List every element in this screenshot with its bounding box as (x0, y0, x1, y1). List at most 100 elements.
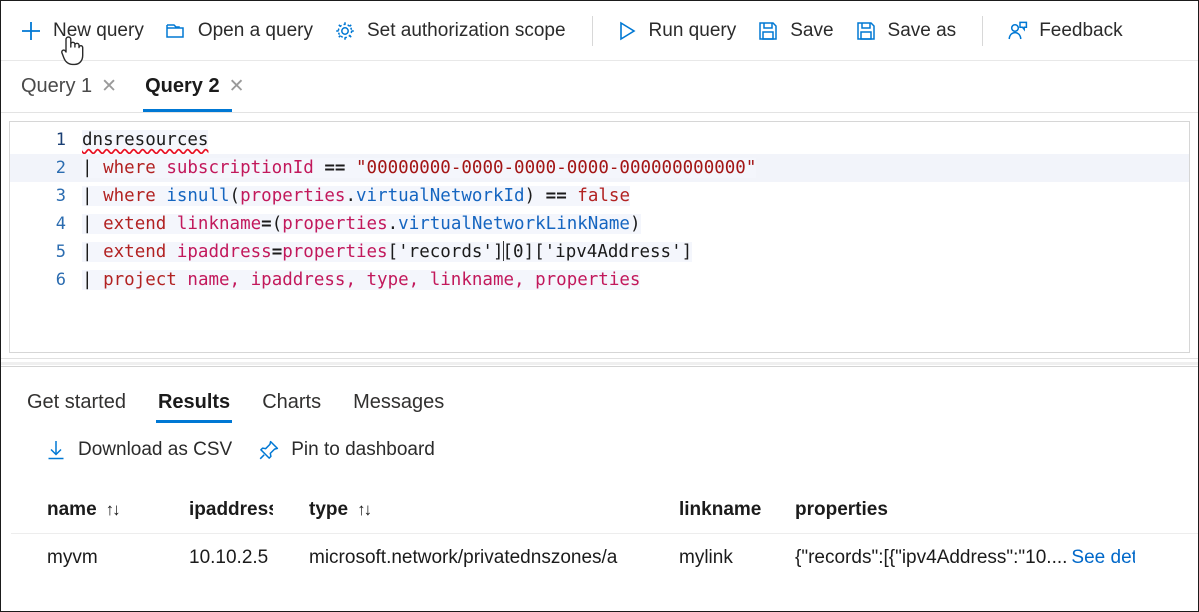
code-line-4: 4 | extend linkname=(properties.virtualN… (10, 210, 1189, 238)
new-query-label: New query (53, 20, 144, 41)
table-header-row: name ↑↓ ipaddress type ↑↓ linkname prope… (11, 487, 1198, 533)
cell-ipaddress: 10.10.2.5 (189, 546, 269, 568)
column-label: linkname (679, 499, 762, 520)
tab-label: Results (157, 391, 231, 413)
query-editor[interactable]: 1 dnsresources 2 | where subscriptionId … (9, 121, 1190, 353)
code-token-keyword: where (103, 186, 156, 206)
save-as-icon (854, 19, 878, 43)
editor-results-splitter[interactable] (1, 358, 1198, 367)
code-line-3: 3 | where isnull(properties.virtualNetwo… (10, 182, 1189, 210)
feedback-button[interactable]: Feedback (997, 13, 1134, 49)
save-label: Save (790, 20, 834, 41)
sort-arrows-icon[interactable]: ↑↓ (357, 500, 372, 520)
code-line-6: 6 | project name, ipaddress, type, linkn… (10, 266, 1189, 294)
query-tab-bar: Query 1 ✕ Query 2 ✕ (1, 61, 1198, 113)
results-table: name ↑↓ ipaddress type ↑↓ linkname prope… (1, 487, 1198, 581)
column-header-properties[interactable]: properties (775, 499, 1135, 521)
tab-messages[interactable]: Messages (337, 391, 460, 423)
code-token-paren: ( (229, 186, 241, 206)
set-authorization-scope-button[interactable]: Set authorization scope (325, 13, 578, 49)
code-token-field-list: name, ipaddress, type, linkname, propert… (187, 270, 641, 290)
code-token-keyword: where (103, 158, 156, 178)
code-token-pipe: | (82, 242, 93, 262)
save-as-button[interactable]: Save as (846, 13, 969, 49)
query-tab-label: Query 2 (145, 75, 220, 97)
results-tab-bar: Get started Results Charts Messages (1, 367, 1198, 423)
pin-icon (258, 439, 280, 461)
line-number: 2 (55, 158, 66, 178)
open-query-button[interactable]: Open a query (156, 13, 325, 49)
toolbar-divider-2 (982, 15, 984, 46)
save-icon (756, 19, 780, 43)
download-as-csv-label: Download as CSV (78, 439, 233, 460)
code-token-pipe: | (82, 158, 93, 178)
line-number: 4 (55, 214, 66, 234)
code-token-field: linkname (176, 214, 262, 234)
toolbar-divider-1 (591, 15, 593, 46)
line-number: 5 (55, 242, 66, 262)
code-token-property: virtualNetworkId (356, 186, 525, 206)
cell-properties: {"records":[{"ipv4Address":"10.... See de… (775, 547, 1135, 569)
download-as-csv-button[interactable]: Download as CSV (45, 439, 232, 461)
code-token-literal: false (577, 186, 630, 206)
tab-label: Messages (353, 391, 445, 413)
gear-icon (333, 19, 357, 43)
close-icon[interactable]: ✕ (229, 77, 245, 96)
code-token-table: dnsresources (82, 130, 209, 150)
tab-label: Get started (27, 391, 126, 413)
resource-graph-explorer: New query Open a query Set authorization… (0, 0, 1199, 612)
tab-get-started[interactable]: Get started (11, 391, 142, 423)
tab-charts[interactable]: Charts (246, 391, 337, 423)
set-authorization-scope-label: Set authorization scope (366, 20, 566, 41)
query-tab-query-1[interactable]: Query 1 ✕ (7, 61, 131, 112)
run-query-label: Run query (648, 20, 737, 41)
line-number: 6 (55, 270, 66, 290)
sort-arrows-icon[interactable]: ↑↓ (106, 500, 121, 520)
column-header-ipaddress[interactable]: ipaddress (153, 499, 273, 521)
pin-to-dashboard-label: Pin to dashboard (291, 439, 435, 460)
code-token-index-records: ['records'] (387, 242, 504, 262)
code-line-1: 1 dnsresources (10, 126, 1189, 154)
code-token-field: ipaddress (176, 242, 272, 262)
see-details-link[interactable]: See details (1071, 547, 1135, 568)
feedback-person-icon (1005, 19, 1029, 43)
folder-icon (164, 19, 188, 43)
code-token-index-zero: [0] (502, 242, 535, 262)
code-token-index-ipv4: ['ipv4Address'] (534, 242, 693, 262)
pin-to-dashboard-button[interactable]: Pin to dashboard (258, 439, 435, 461)
code-token-object: properties (282, 242, 388, 262)
code-token-assign: = (271, 242, 283, 262)
code-line-5: 5 | extend ipaddress=properties['records… (10, 238, 1189, 266)
code-token-pipe: | (82, 214, 93, 234)
save-as-label: Save as (887, 20, 957, 41)
code-token-keyword: project (103, 270, 177, 290)
column-header-linkname[interactable]: linkname (643, 499, 775, 521)
code-token-keyword: extend (103, 242, 167, 262)
code-token-property: virtualNetworkLinkName (398, 214, 630, 234)
save-button[interactable]: Save (748, 13, 845, 49)
column-header-name[interactable]: name ↑↓ (11, 499, 153, 521)
code-area[interactable]: 1 dnsresources 2 | where subscriptionId … (10, 122, 1189, 294)
download-icon (45, 439, 67, 461)
results-actions: Download as CSV Pin to dashboard (1, 423, 1198, 461)
new-query-button[interactable]: New query (11, 13, 156, 49)
code-token-pipe: | (82, 186, 93, 206)
column-header-type[interactable]: type ↑↓ (273, 499, 643, 521)
feedback-label: Feedback (1039, 20, 1123, 41)
tab-results[interactable]: Results (142, 391, 246, 423)
query-tab-query-2[interactable]: Query 2 ✕ (131, 61, 258, 112)
column-label: ipaddress (189, 499, 273, 520)
run-query-button[interactable]: Run query (607, 13, 749, 49)
table-row[interactable]: myvm 10.10.2.5 microsoft.network/private… (11, 533, 1198, 581)
open-query-label: Open a query (197, 20, 313, 41)
code-token-operator: == (324, 158, 346, 178)
query-tab-label: Query 1 (21, 75, 93, 97)
close-icon[interactable]: ✕ (101, 77, 117, 96)
code-line-2: 2 | where subscriptionId == "00000000-00… (10, 154, 1189, 182)
cell-type: microsoft.network/privatednszones/a (309, 546, 618, 568)
code-token-pipe: | (82, 270, 93, 290)
column-label: name (47, 499, 97, 520)
code-token-paren: ) (629, 214, 641, 234)
code-token-operator: == (545, 186, 567, 206)
line-number: 1 (55, 130, 66, 150)
